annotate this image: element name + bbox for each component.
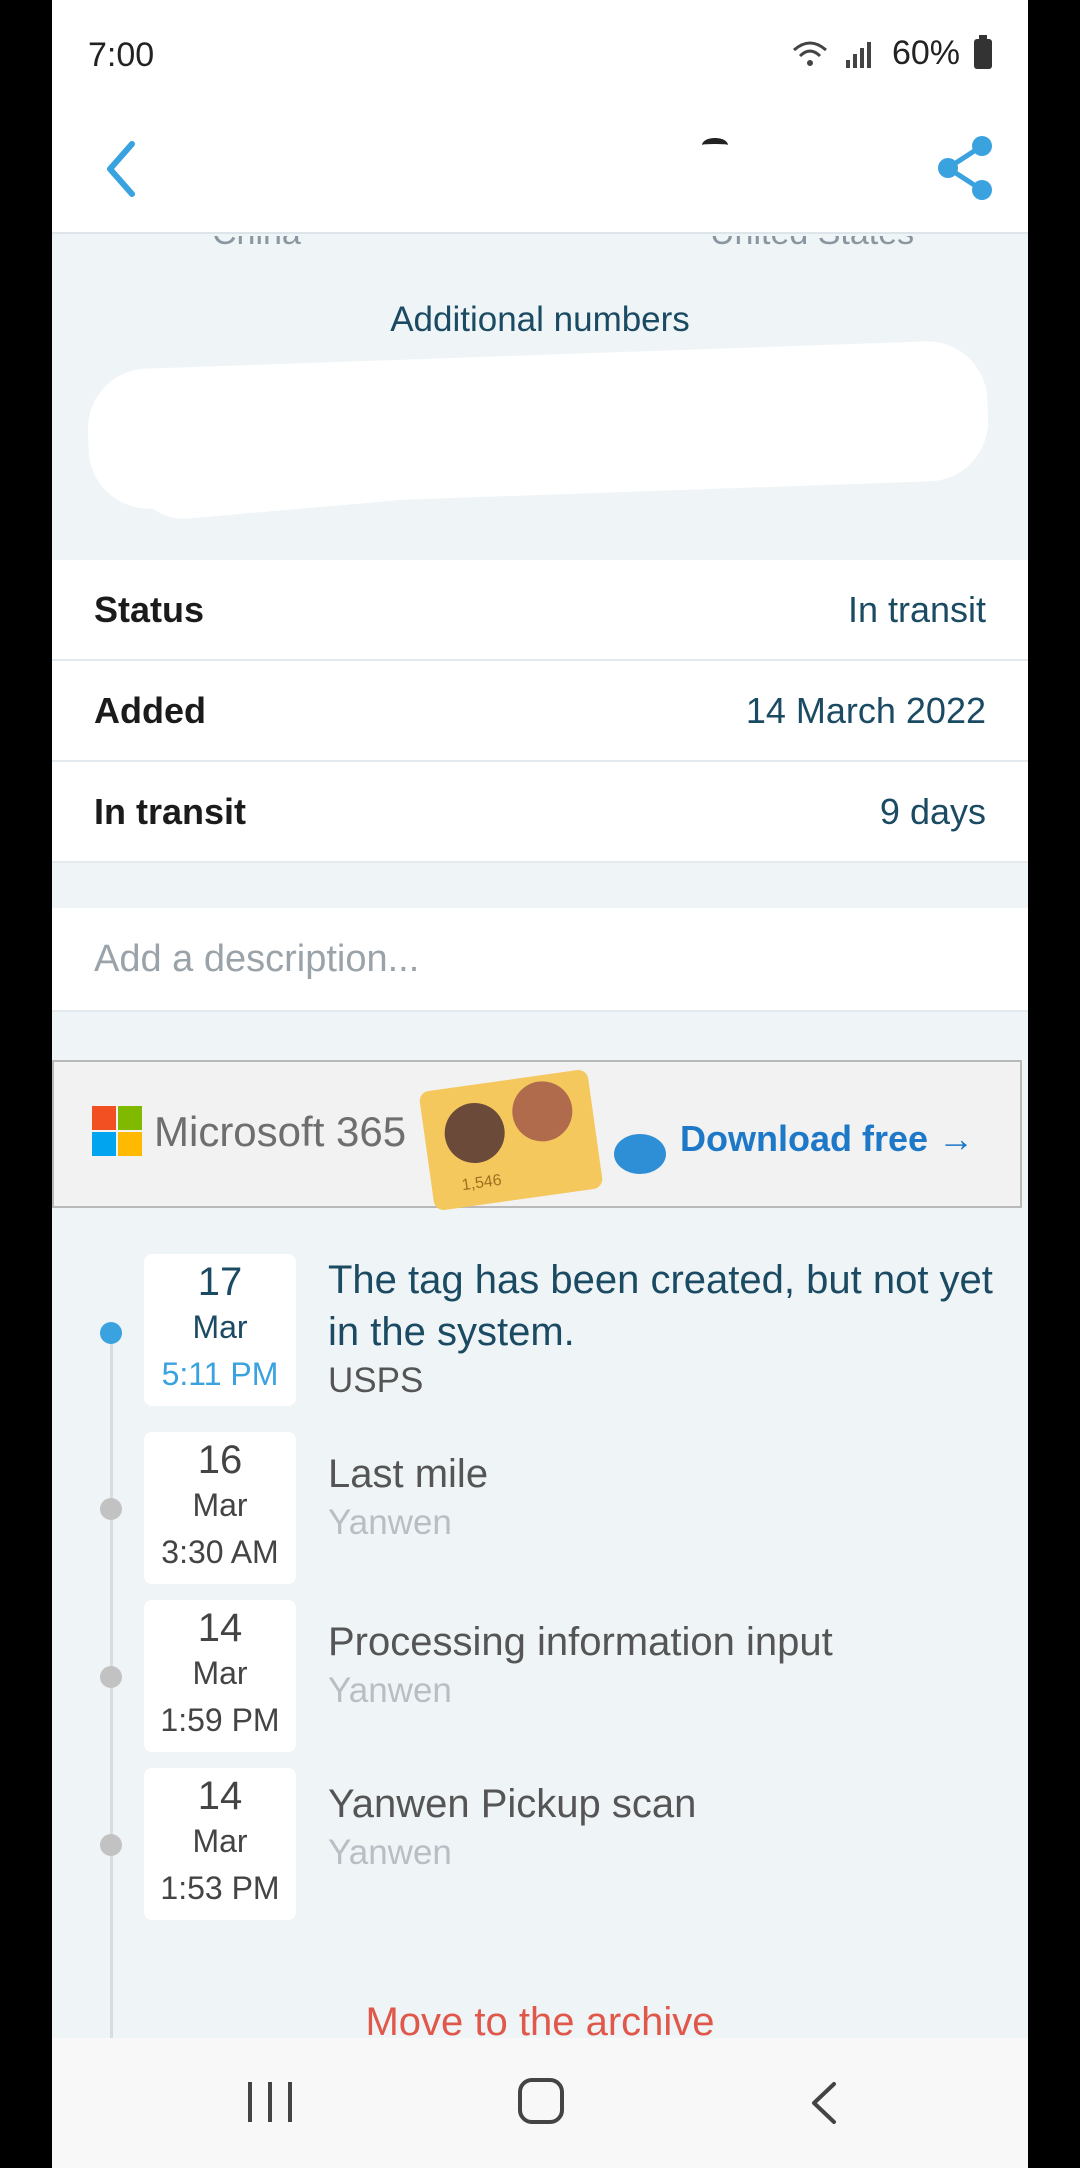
ad-brand: Microsoft 365 [154,1108,407,1155]
timeline-line [110,1330,113,2090]
info-label: Added [94,689,206,731]
event-month: Mar [192,1309,248,1345]
event-carrier: Yanwen [328,1833,452,1872]
timeline-dot [100,1834,122,1856]
download-free-link[interactable]: Download free → [680,1118,974,1160]
info-row-status: Status In transit [52,560,1028,661]
event-title: The tag has been created, but not yet in… [328,1258,993,1354]
info-row-added: Added 14 March 2022 [52,661,1028,762]
event-month: Mar [192,1823,248,1859]
event-carrier: USPS [328,1361,424,1400]
timeline-dot [100,1322,122,1344]
event-day: 14 [197,1606,243,1650]
share-icon[interactable] [932,132,998,204]
event-day: 14 [197,1774,243,1818]
ad-banner[interactable]: Microsoft 365 1,546 Download free → [52,1060,1022,1212]
event-day: 17 [197,1260,243,1304]
chevron-left-icon[interactable] [92,134,152,204]
microsoft-logo-icon [92,1106,142,1156]
route-from: China [212,236,301,253]
folder-number: 1,546 [460,1171,503,1195]
info-row-in-transit: In transit 9 days [52,762,1028,863]
event-time: 1:53 PM [160,1870,280,1906]
signal-icon [845,41,871,68]
info-value: 9 days [879,790,986,832]
event-carrier: Yanwen [328,1671,452,1710]
event-carrier: Yanwen [328,1503,452,1542]
event-date: 16 Mar 3:30 AM [144,1432,296,1584]
phone-screen: 7:00 60% Additional numbers Status In tr… [52,0,1028,2168]
event-date: 17 Mar 5:11 PM [144,1254,296,1406]
event-month: Mar [192,1487,248,1523]
event-text: Yanwen Pickup scan Yanwen [328,1778,1008,1876]
event-day: 16 [197,1438,243,1482]
event-text: Processing information input Yanwen [328,1616,1008,1714]
timeline-dot [100,1498,122,1520]
app-bar [52,110,1028,234]
event-time: 5:11 PM [161,1356,279,1392]
additional-numbers-label: Additional numbers [390,300,690,339]
info-list: Status In transit Added 14 March 2022 In… [52,560,1028,863]
timeline-dot [100,1666,122,1688]
battery-icon [974,34,992,69]
info-value: 14 March 2022 [745,689,986,731]
info-value: In transit [847,588,986,630]
info-label: In transit [94,790,247,832]
event-time: 3:30 AM [161,1534,279,1570]
event-text: The tag has been created, but not yet in… [328,1254,1008,1404]
description-field[interactable]: Add a description... [52,908,1028,1012]
redacted-title [702,138,728,152]
back-nav-icon[interactable] [800,2078,850,2128]
description-placeholder: Add a description... [94,937,420,980]
event-title: Yanwen Pickup scan [328,1782,697,1826]
folder-image: 1,546 [418,1068,604,1212]
event-text: Last mile Yanwen [328,1448,1008,1546]
cloud-sync-icon [614,1134,666,1174]
route-row: China United States [52,236,1028,256]
info-label: Status [94,588,205,630]
home-icon[interactable] [518,2078,564,2124]
recent-apps-icon[interactable] [248,2082,292,2122]
status-time: 7:00 [88,36,155,74]
event-date: 14 Mar 1:59 PM [144,1600,296,1752]
event-month: Mar [192,1655,248,1691]
battery-percent: 60% [891,34,960,72]
event-time: 1:59 PM [160,1702,280,1738]
route-to: United States [710,236,914,253]
wifi-icon [792,41,827,66]
event-date: 14 Mar 1:53 PM [144,1768,296,1920]
event-title: Last mile [328,1452,489,1496]
system-nav-bar [52,2038,1028,2168]
event-title: Processing information input [328,1620,833,1664]
status-bar: 7:00 60% [52,0,1028,110]
